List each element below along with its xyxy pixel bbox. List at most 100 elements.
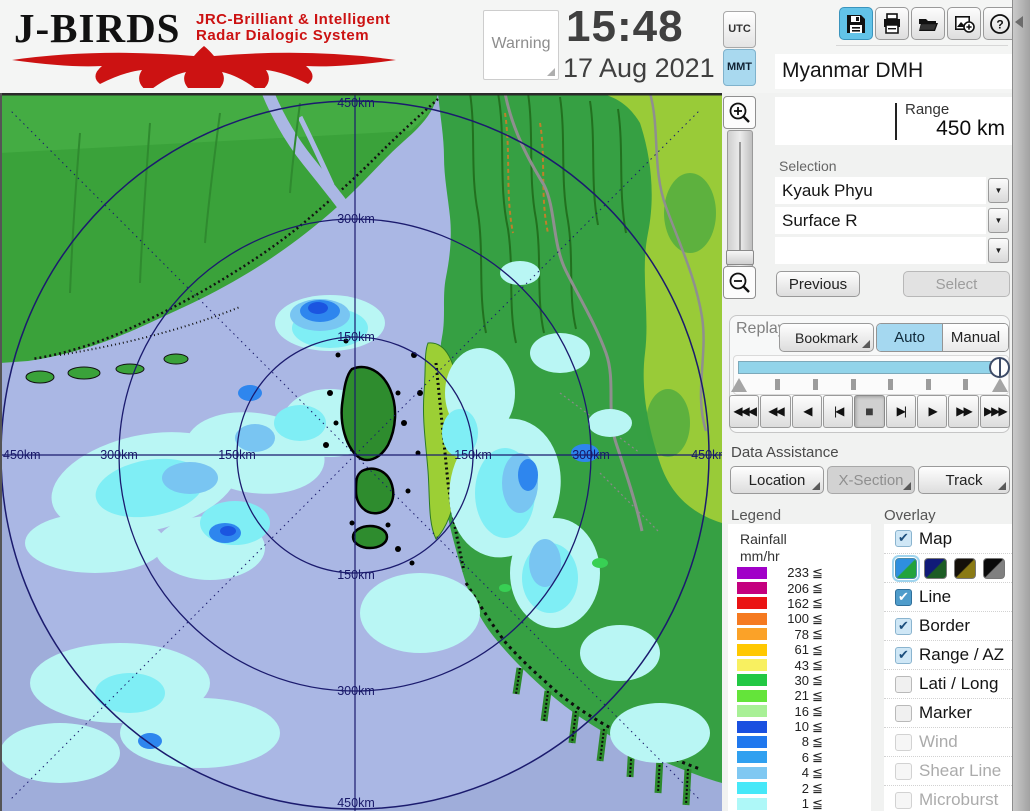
print-button[interactable] [875,7,909,40]
legend-swatch [737,628,767,641]
overlay-item-border: Border [884,611,1012,640]
station-dropdown-arrow[interactable]: ▼ [988,178,1009,203]
map-style-swatch[interactable] [891,554,921,582]
product-dropdown[interactable]: Surface R [775,207,986,234]
magnifier-plus-icon [729,102,750,123]
checkbox[interactable] [895,704,912,722]
warning-button[interactable]: Warning [483,10,559,80]
slider-start-marker[interactable] [731,378,747,392]
zoom-out-button[interactable] [723,266,756,299]
ring-label: 300km [337,684,375,698]
legend-row: 21 ≦ [737,688,855,703]
legend-value: 2 [801,780,809,796]
play-reverse-button[interactable]: ◀ [791,395,822,428]
lte-symbol: ≦ [812,580,823,596]
checkbox[interactable] [895,762,912,780]
panel-collapse-strip[interactable] [1012,0,1030,811]
ring-label: 300km [572,448,610,462]
legend-value: 78 [794,626,809,642]
checkbox[interactable] [895,733,912,751]
slider-tick [926,379,931,390]
rewind-button[interactable]: ◀◀ [760,395,791,428]
legend-swatch [737,689,767,702]
legend-swatch [737,705,767,718]
radar-map[interactable]: 450km 300km 150km 150km 300km 450km 450k… [0,90,729,811]
legend-swatch [737,735,767,748]
rewind-fast-button[interactable]: ◀◀◀ [729,395,760,428]
legend-row: 206 ≦ [737,580,855,596]
legend-swatch [737,582,767,595]
collapse-arrow-icon[interactable] [1015,16,1023,28]
auto-button[interactable]: Auto [877,324,943,351]
forward-fast-button[interactable]: ▶▶▶ [979,395,1010,428]
legend-title: Rainfall [740,531,787,547]
slider-end-marker[interactable] [992,378,1008,392]
legend-value: 16 [794,703,809,719]
add-image-button[interactable] [947,7,981,40]
legend-value: 100 [787,611,809,627]
legend-row: 8 ≦ [737,734,855,749]
ring-label: 450km [3,448,41,462]
legend-swatch [737,597,767,610]
lte-symbol: ≦ [812,687,823,703]
lte-symbol: ≦ [812,718,823,734]
overlay-item-label: Map [919,528,953,548]
select-button[interactable]: Select [903,271,1010,297]
ring-label: 450km [691,448,722,462]
mmt-button[interactable]: MMT [723,49,756,86]
replay-slider-bar[interactable] [738,361,1000,374]
checkbox[interactable] [895,791,912,809]
open-folder-button[interactable] [911,7,945,40]
data-assistance-label: Data Assistance [731,444,839,461]
add-image-icon [955,15,975,33]
checkbox[interactable] [895,617,912,635]
legend-swatch [737,674,767,687]
station-dropdown[interactable]: Kyauk Phyu [775,177,986,204]
overlay-item-label: Lati / Long [919,674,999,693]
checkbox[interactable] [895,530,912,547]
legend-row: 100 ≦ [737,611,855,626]
bookmark-button[interactable]: Bookmark [779,323,874,352]
overlay-label: Overlay [884,507,936,524]
print-icon [884,12,900,34]
xsection-button[interactable]: X-Section [827,466,915,494]
map-style-swatch[interactable] [924,557,947,579]
map-style-swatch[interactable] [982,557,1005,579]
overlay-item-label: Marker [919,703,972,722]
utc-button[interactable]: UTC [723,11,756,48]
slider-tick [851,379,856,390]
checkbox[interactable] [895,646,912,664]
legend-value: 206 [787,580,809,596]
zoom-slider-handle[interactable] [726,250,754,265]
replay-slider-handle[interactable] [989,357,1010,378]
checkbox[interactable] [895,588,912,606]
manual-button[interactable]: Manual [943,324,1008,351]
previous-button[interactable]: Previous [776,271,860,297]
svg-text:?: ? [996,17,1003,31]
save-button[interactable] [839,7,873,40]
overlay-item-marker: Marker [884,698,1012,727]
lte-symbol: ≦ [812,657,823,673]
clock-time: 15:48 [566,2,684,51]
step-back-button[interactable]: |◀ [822,395,854,428]
legend-row: 4 ≦ [737,765,855,780]
option-dropdown-arrow[interactable]: ▼ [988,238,1009,263]
map-style-swatch[interactable] [953,557,976,579]
ring-label: 300km [100,448,138,462]
option-dropdown[interactable] [775,237,986,264]
lte-symbol: ≦ [812,610,823,626]
product-dropdown-arrow[interactable]: ▼ [988,208,1009,233]
track-button[interactable]: Track [918,466,1010,494]
stop-button[interactable]: ■ [854,395,885,428]
overlay-item-shear-line: Shear Line [884,756,1012,785]
forward-button[interactable]: ▶▶ [948,395,979,428]
legend-value: 30 [794,672,809,688]
legend-row: 6 ≦ [737,749,855,765]
checkbox[interactable] [895,675,912,693]
zoom-in-button[interactable] [723,96,756,129]
step-forward-button[interactable]: ▶| [885,395,916,428]
overlay-item-label: Microburst [919,790,999,809]
location-button[interactable]: Location [730,466,824,494]
play-button[interactable]: ▶ [916,395,948,428]
legend-swatch [737,782,767,795]
